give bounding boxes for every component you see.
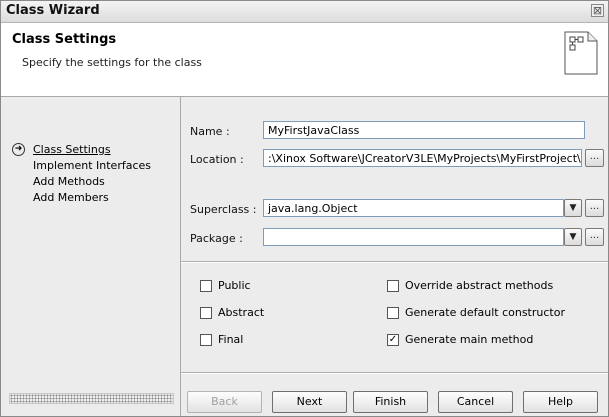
wizard-steps-sidebar: ➜ Class Settings Implement Interfaces Ad… — [1, 97, 181, 416]
public-label: Public — [218, 279, 251, 292]
superclass-browse-button[interactable]: ... — [585, 199, 604, 217]
resize-grip[interactable] — [9, 393, 174, 404]
main-method-label: Generate main method — [405, 333, 534, 346]
window-title: Class Wizard — [6, 3, 100, 18]
override-abstract-checkbox-box[interactable] — [387, 280, 399, 292]
location-field[interactable]: :\Xinox Software\JCreatorV3LE\MyProjects… — [263, 149, 582, 167]
main-method-checkbox-box[interactable]: ✓ — [387, 334, 399, 346]
class-document-icon — [564, 31, 598, 75]
settings-panel: Name : MyFirstJavaClass Location : :\Xin… — [181, 97, 608, 416]
default-constructor-label: Generate default constructor — [405, 306, 565, 319]
superclass-dropdown-chevron-down-icon[interactable]: ▼ — [564, 199, 582, 217]
package-combobox[interactable] — [263, 228, 564, 246]
current-step-arrow-icon: ➜ — [12, 143, 25, 156]
step-add-members[interactable]: Add Members — [33, 191, 109, 204]
class-wizard-window: Class Wizard ⊠ Class Settings Specify th… — [0, 0, 609, 417]
package-browse-button[interactable]: ... — [585, 228, 604, 246]
close-icon[interactable]: ⊠ — [591, 4, 604, 17]
package-label: Package : — [190, 232, 243, 245]
default-constructor-checkbox-box[interactable] — [387, 307, 399, 319]
options-divider — [181, 261, 608, 263]
next-button[interactable]: Next — [272, 391, 347, 413]
step-implement-interfaces[interactable]: Implement Interfaces — [33, 159, 151, 172]
abstract-checkbox-box[interactable] — [200, 307, 212, 319]
public-checkbox-box[interactable] — [200, 280, 212, 292]
page-title: Class Settings — [12, 32, 117, 47]
step-add-methods[interactable]: Add Methods — [33, 175, 105, 188]
superclass-label: Superclass : — [190, 203, 257, 216]
help-button[interactable]: Help — [523, 391, 598, 413]
wizard-header: Class Settings Specify the settings for … — [1, 23, 608, 97]
final-checkbox-box[interactable] — [200, 334, 212, 346]
override-abstract-label: Override abstract methods — [405, 279, 554, 292]
cancel-button[interactable]: Cancel — [438, 391, 513, 413]
abstract-label: Abstract — [218, 306, 265, 319]
location-label: Location : — [190, 153, 244, 166]
step-class-settings[interactable]: Class Settings — [33, 143, 111, 156]
page-subtitle: Specify the settings for the class — [22, 56, 202, 69]
title-bar: Class Wizard ⊠ — [1, 1, 608, 23]
superclass-combobox[interactable]: java.lang.Object — [263, 199, 564, 217]
final-label: Final — [218, 333, 244, 346]
finish-button[interactable]: Finish — [353, 391, 428, 413]
location-browse-button[interactable]: ... — [585, 149, 604, 167]
buttons-divider — [181, 372, 608, 374]
name-field[interactable]: MyFirstJavaClass — [263, 121, 585, 139]
back-button[interactable]: Back — [187, 391, 262, 413]
package-dropdown-chevron-down-icon[interactable]: ▼ — [564, 228, 582, 246]
name-label: Name : — [190, 125, 230, 138]
